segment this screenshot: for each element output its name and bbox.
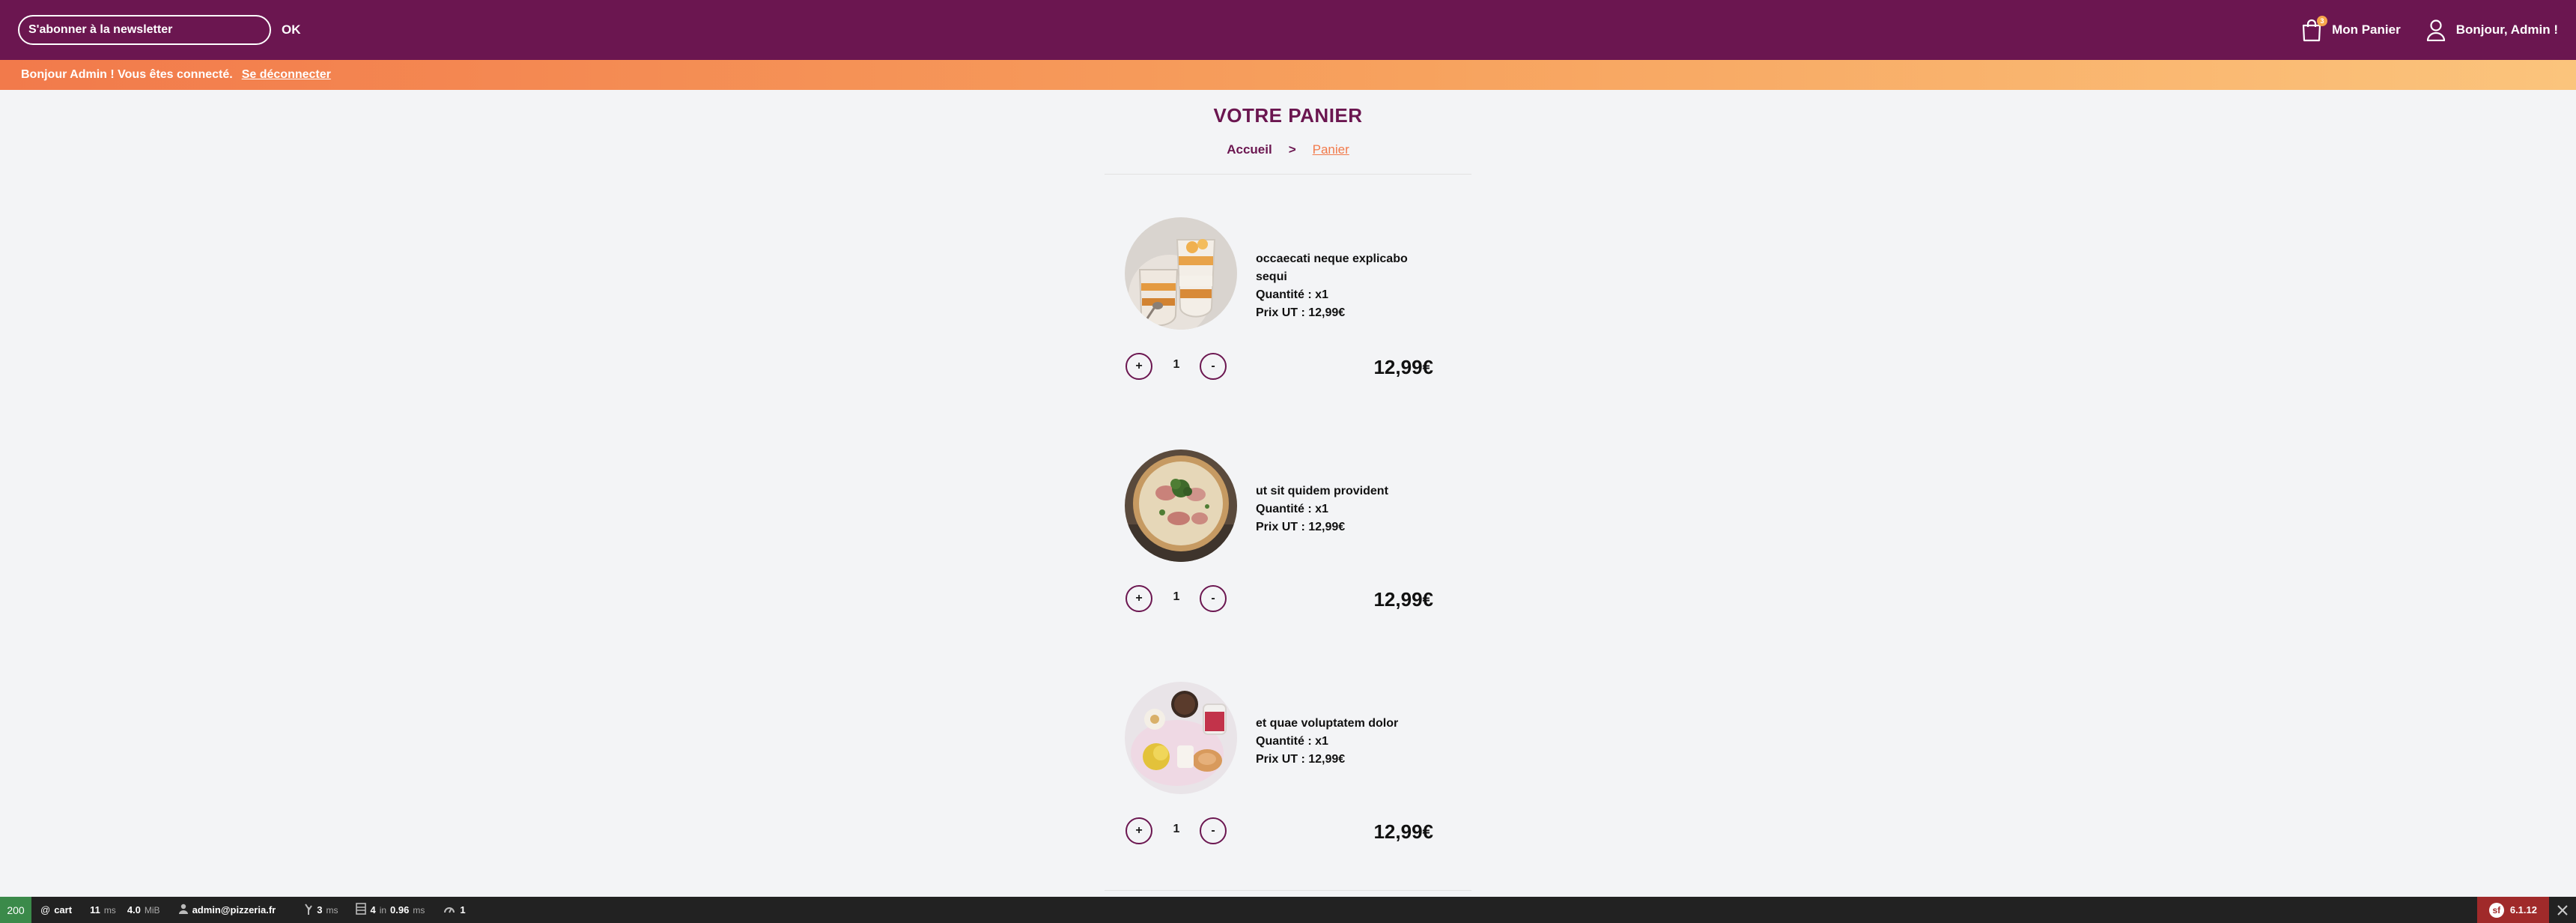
breadcrumb-home-link[interactable]: Accueil xyxy=(1227,142,1272,157)
debug-twig-value: 3 xyxy=(317,904,323,916)
increase-quantity-button[interactable]: + xyxy=(1126,585,1152,612)
product-image-dessert-verrine xyxy=(1125,217,1237,330)
item-details: et quae voluptatem dolor Quantité : x1 P… xyxy=(1256,715,1398,769)
debug-time-unit: ms xyxy=(103,904,116,916)
newsletter-ok-button[interactable]: OK xyxy=(282,22,301,37)
symfony-version-number: 6.1.12 xyxy=(2509,904,2537,916)
debug-memory-value: 4.0 xyxy=(127,904,141,916)
item-line-total: 12,99€ xyxy=(1373,356,1433,378)
product-image-pizza xyxy=(1125,450,1237,562)
item-quantity-text: Quantité : x1 xyxy=(1256,288,1328,301)
top-header: OK 3 Mon Panier Bonjour, Admin ! xyxy=(0,0,2576,60)
cart-count-badge: 3 xyxy=(2317,16,2328,26)
decrease-quantity-button[interactable]: - xyxy=(1200,353,1227,380)
cart-item: et quae voluptatem dolor Quantité : x1 P… xyxy=(1123,682,1438,869)
debug-db-in: in xyxy=(379,904,387,916)
breadcrumb: Accueil > Panier xyxy=(0,142,2576,157)
increase-quantity-button[interactable]: + xyxy=(1126,817,1152,844)
debug-status-code[interactable]: 200 xyxy=(0,897,31,923)
item-unit-price: Prix UT : 12,99€ xyxy=(1256,753,1346,766)
item-name: ut sit quidem provident xyxy=(1256,485,1388,497)
debug-toolbar-right: sf 6.1.12 xyxy=(2476,897,2576,923)
cart-link-label: Mon Panier xyxy=(2332,22,2401,37)
debug-twig[interactable]: 3 ms xyxy=(295,897,347,923)
cart-link[interactable]: 3 Mon Panier xyxy=(2299,16,2401,43)
debug-toolbar: 200 @ cart 11 ms 4.0 MiB admin@pizzeria.… xyxy=(0,897,2576,923)
person-icon xyxy=(178,904,189,916)
item-details: ut sit quidem provident Quantité : x1 Pr… xyxy=(1256,482,1388,536)
product-image-breakfast-plate xyxy=(1125,682,1237,794)
debug-db-queries: 4 xyxy=(370,904,376,916)
debug-user-email: admin@pizzeria.fr xyxy=(192,904,276,916)
debug-user[interactable]: admin@pizzeria.fr xyxy=(169,897,285,923)
item-quantity-value: 1 xyxy=(1173,823,1180,835)
debug-twig-unit: ms xyxy=(326,904,338,916)
title-divider xyxy=(1105,174,1471,175)
decrease-quantity-button[interactable]: - xyxy=(1200,585,1227,612)
debug-route-name: cart xyxy=(54,904,73,916)
item-name: et quae voluptatem dolor xyxy=(1256,717,1399,730)
at-icon: @ xyxy=(40,904,51,916)
user-icon xyxy=(2423,17,2449,43)
decrease-quantity-button[interactable]: - xyxy=(1200,817,1227,844)
page-title: VOTRE PANIER xyxy=(1213,104,1363,127)
login-notice-message: Bonjour Admin ! Vous êtes connecté. xyxy=(21,68,233,81)
debug-cache[interactable]: 1 xyxy=(434,897,474,923)
account-link[interactable]: Bonjour, Admin ! xyxy=(2423,17,2558,43)
debug-performance[interactable]: 11 ms 4.0 MiB xyxy=(81,897,169,923)
twig-icon xyxy=(304,903,313,917)
logout-link[interactable]: Se déconnecter xyxy=(242,68,331,82)
content-divider xyxy=(1105,890,1471,891)
header-actions: 3 Mon Panier Bonjour, Admin ! xyxy=(2299,16,2558,43)
debug-cache-count: 1 xyxy=(460,904,466,916)
item-line-total: 12,99€ xyxy=(1373,820,1433,843)
newsletter-input[interactable] xyxy=(18,15,271,45)
debug-route[interactable]: @ cart xyxy=(31,897,81,923)
item-name: occaecati neque explicabo sequi xyxy=(1256,252,1408,283)
database-icon xyxy=(356,903,367,917)
increase-quantity-button[interactable]: + xyxy=(1126,353,1152,380)
debug-db-unit: ms xyxy=(413,904,425,916)
item-line-total: 12,99€ xyxy=(1373,588,1433,611)
debug-database[interactable]: 4 in 0.96 ms xyxy=(347,897,434,923)
cart-item: occaecati neque explicabo sequi Quantité… xyxy=(1123,217,1438,405)
debug-time-value: 11 xyxy=(90,904,100,916)
cache-icon xyxy=(443,904,456,916)
debug-db-time: 0.96 xyxy=(390,904,410,916)
login-notice-bar: Bonjour Admin ! Vous êtes connecté. Se d… xyxy=(0,60,2576,90)
breadcrumb-separator: > xyxy=(1288,142,1296,157)
shopping-bag-icon: 3 xyxy=(2299,16,2328,43)
item-details: occaecati neque explicabo sequi Quantité… xyxy=(1256,250,1438,322)
breadcrumb-current: Panier xyxy=(1312,142,1349,157)
symfony-version[interactable]: sf 6.1.12 xyxy=(2476,897,2549,923)
debug-memory-unit: MiB xyxy=(144,904,160,916)
account-link-label: Bonjour, Admin ! xyxy=(2455,22,2558,37)
item-unit-price: Prix UT : 12,99€ xyxy=(1256,521,1346,533)
item-quantity-value: 1 xyxy=(1173,358,1180,371)
symfony-logo-icon: sf xyxy=(2488,902,2504,918)
item-quantity-text: Quantité : x1 xyxy=(1256,735,1328,748)
item-quantity-text: Quantité : x1 xyxy=(1256,503,1328,515)
close-icon[interactable] xyxy=(2549,897,2576,923)
item-unit-price: Prix UT : 12,99€ xyxy=(1256,306,1346,319)
item-quantity-value: 1 xyxy=(1173,590,1180,603)
cart-item: ut sit quidem provident Quantité : x1 Pr… xyxy=(1123,450,1438,637)
